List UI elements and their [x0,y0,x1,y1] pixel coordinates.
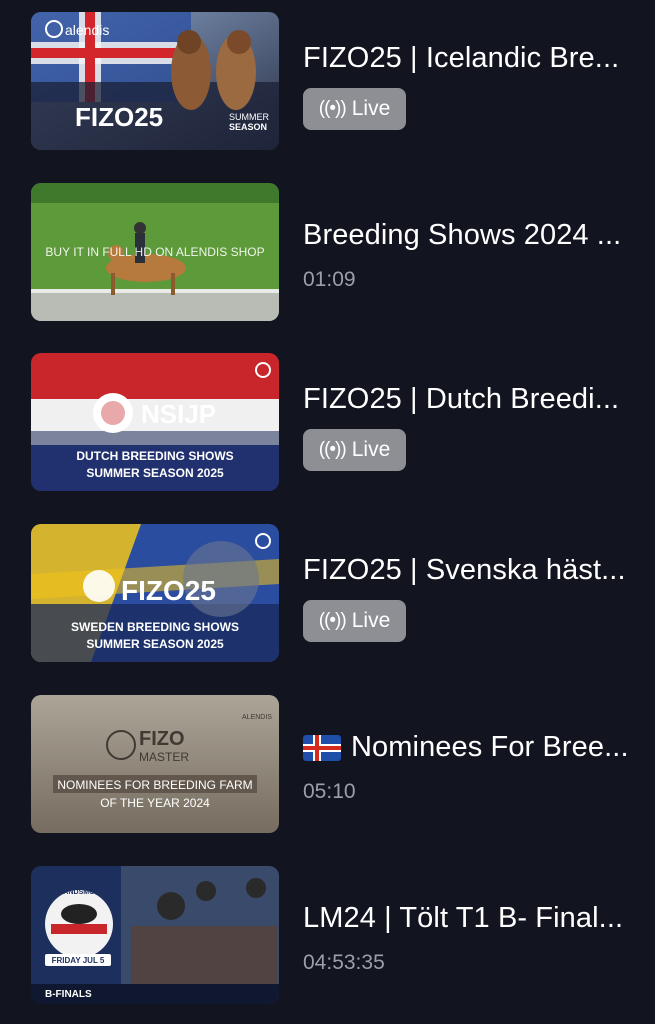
video-title-text: Nominees For Bree... [351,731,629,763]
video-item[interactable]: FIZO25 SWEDEN BREEDING SHOWS SUMMER SEAS… [0,524,655,666]
svg-text:OF THE YEAR 2024: OF THE YEAR 2024 [100,796,210,810]
video-title[interactable]: FIZO25 | Dutch Breedi... [303,381,655,417]
svg-text:SUMMER SEASON 2025: SUMMER SEASON 2025 [86,466,224,480]
svg-text:MASTER: MASTER [139,750,189,764]
video-thumbnail[interactable]: BUY IT IN FULL HD ON ALENDIS SHOP [31,183,279,321]
svg-text:NOMINEES FOR BREEDING FARM: NOMINEES FOR BREEDING FARM [57,778,252,792]
fizo-master-thumbnail: FIZO MASTER ALENDIS NOMINEES FOR BREEDIN… [31,695,279,833]
video-item[interactable]: NSIJP DUTCH BREEDING SHOWS SUMMER SEASON… [0,353,655,495]
live-badge: ((•)) Live [303,88,406,130]
video-title[interactable]: Breeding Shows 2024 ... [303,217,655,253]
svg-text:FIZO25: FIZO25 [121,575,216,606]
live-badge: ((•)) Live [303,600,406,642]
video-title[interactable]: LM24 | Tölt T1 B- Final... [303,900,655,936]
svg-text:LANDSMOT: LANDSMOT [59,889,99,896]
video-item[interactable]: FIZO MASTER ALENDIS NOMINEES FOR BREEDIN… [0,695,655,837]
landsmot-thumbnail: LANDSMOT FRIDAY JUL 5 B-FINALS [31,866,279,1004]
nsijp-thumbnail: NSIJP DUTCH BREEDING SHOWS SUMMER SEASON… [31,353,279,491]
svg-text:BUY IT IN FULL HD ON ALENDIS S: BUY IT IN FULL HD ON ALENDIS SHOP [45,245,264,259]
breeding-show-thumbnail: BUY IT IN FULL HD ON ALENDIS SHOP [31,183,279,321]
fizo-sweden-thumbnail: FIZO25 SWEDEN BREEDING SHOWS SUMMER SEAS… [31,524,279,662]
svg-text:DUTCH BREEDING SHOWS: DUTCH BREEDING SHOWS [76,449,233,463]
broadcast-icon: ((•)) [318,98,347,119]
video-thumbnail[interactable]: alendis FIZO25 SUMMER SEASON [31,12,279,150]
svg-text:B-FINALS: B-FINALS [45,989,92,1000]
broadcast-icon: ((•)) [318,610,347,631]
video-item[interactable]: LANDSMOT FRIDAY JUL 5 B-FINALS LM24 | Tö… [0,866,655,1008]
broadcast-icon: ((•)) [318,439,347,460]
live-badge: ((•)) Live [303,429,406,471]
svg-text:NSIJP: NSIJP [141,399,216,429]
svg-text:SEASON: SEASON [229,122,267,132]
video-thumbnail[interactable]: NSIJP DUTCH BREEDING SHOWS SUMMER SEASON… [31,353,279,491]
video-duration: 05:10 [303,780,356,803]
video-item[interactable]: alendis FIZO25 SUMMER SEASON FIZO25 | Ic… [0,12,655,154]
video-title[interactable]: FIZO25 | Svenska häst... [303,552,655,588]
live-label: Live [351,97,391,120]
video-duration: 01:09 [303,268,356,291]
iceland-flag-icon [303,735,341,762]
svg-text:alendis: alendis [65,22,109,38]
svg-text:SUMMER: SUMMER [229,112,269,122]
video-title[interactable]: Nominees For Bree... [303,729,655,765]
fizo-iceland-thumbnail: alendis FIZO25 SUMMER SEASON [31,12,279,150]
video-list: alendis FIZO25 SUMMER SEASON FIZO25 | Ic… [0,0,655,1024]
video-item[interactable]: BUY IT IN FULL HD ON ALENDIS SHOP Breedi… [0,183,655,325]
svg-text:ALENDIS: ALENDIS [242,714,272,721]
video-title[interactable]: FIZO25 | Icelandic Bre... [303,40,655,76]
video-thumbnail[interactable]: LANDSMOT FRIDAY JUL 5 B-FINALS [31,866,279,1004]
svg-text:SUMMER SEASON 2025: SUMMER SEASON 2025 [86,637,224,651]
live-label: Live [351,609,391,632]
live-label: Live [351,438,391,461]
svg-text:SWEDEN BREEDING SHOWS: SWEDEN BREEDING SHOWS [71,620,239,634]
svg-text:FIZO25: FIZO25 [75,102,163,132]
video-thumbnail[interactable]: FIZO25 SWEDEN BREEDING SHOWS SUMMER SEAS… [31,524,279,662]
svg-text:FIZO: FIZO [139,728,185,750]
video-thumbnail[interactable]: FIZO MASTER ALENDIS NOMINEES FOR BREEDIN… [31,695,279,833]
video-duration: 04:53:35 [303,951,385,974]
svg-text:FRIDAY JUL 5: FRIDAY JUL 5 [52,956,105,965]
